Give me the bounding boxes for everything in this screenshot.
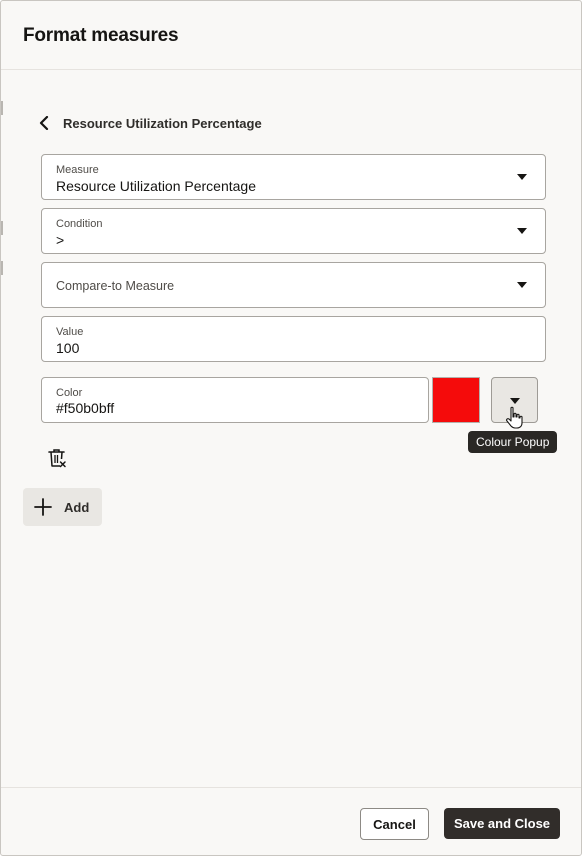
condition-label: Condition bbox=[56, 218, 103, 230]
add-button[interactable]: Add bbox=[23, 488, 102, 526]
panel-footer: Cancel Save and Close bbox=[1, 787, 581, 855]
caret-down-icon bbox=[517, 282, 527, 288]
caret-down-icon bbox=[517, 228, 527, 234]
page-title: Format measures bbox=[23, 25, 179, 46]
compare-to-measure-select[interactable]: Compare-to Measure bbox=[41, 262, 546, 308]
panel-header: Format measures bbox=[1, 1, 581, 70]
condition-select[interactable]: Condition > bbox=[41, 208, 546, 254]
cancel-button[interactable]: Cancel bbox=[360, 808, 429, 840]
chevron-left-icon bbox=[39, 116, 49, 130]
back-label: Resource Utilization Percentage bbox=[63, 115, 262, 131]
compare-to-measure-placeholder: Compare-to Measure bbox=[56, 279, 175, 293]
back-navigation: Resource Utilization Percentage bbox=[35, 112, 262, 134]
edge-marker bbox=[1, 221, 3, 235]
color-value: #f50b0bff bbox=[56, 400, 115, 416]
color-input[interactable]: Color #f50b0bff bbox=[41, 377, 429, 423]
delete-button[interactable] bbox=[45, 446, 69, 470]
measure-label: Measure bbox=[56, 164, 99, 176]
color-label: Color bbox=[56, 387, 83, 399]
format-measures-panel: Format measures Resource Utilization Per… bbox=[0, 0, 582, 856]
edge-marker bbox=[1, 261, 3, 275]
value-text: 100 bbox=[56, 340, 80, 356]
condition-value: > bbox=[56, 232, 65, 248]
colour-popup-tooltip: Colour Popup bbox=[468, 431, 558, 453]
caret-down-icon bbox=[510, 398, 520, 404]
measure-value: Resource Utilization Percentage bbox=[56, 178, 256, 194]
caret-down-icon bbox=[517, 174, 527, 180]
back-button[interactable] bbox=[35, 112, 53, 134]
value-input[interactable]: Value 100 bbox=[41, 316, 546, 362]
edge-marker bbox=[1, 101, 3, 115]
measure-select[interactable]: Measure Resource Utilization Percentage bbox=[41, 154, 546, 200]
value-label: Value bbox=[56, 326, 84, 338]
trash-icon bbox=[48, 449, 66, 468]
plus-icon bbox=[34, 498, 52, 516]
save-and-close-button[interactable]: Save and Close bbox=[444, 808, 560, 839]
color-swatch[interactable] bbox=[432, 377, 480, 423]
hand-pointer-icon bbox=[506, 406, 523, 429]
add-label: Add bbox=[64, 499, 90, 515]
